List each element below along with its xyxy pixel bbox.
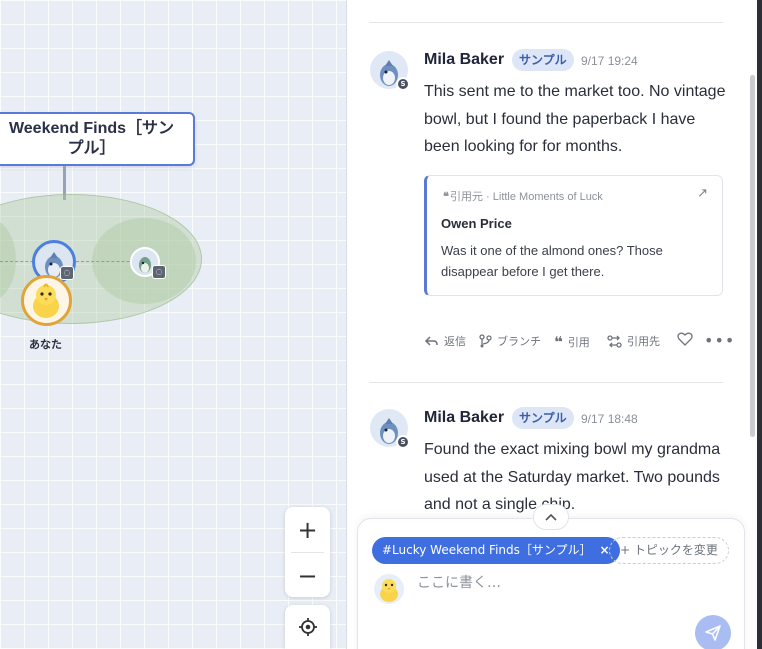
send-button[interactable] [695,615,731,649]
open-quote-arrow-icon[interactable]: ↗ [697,186,708,201]
more-options-icon[interactable]: ••• [704,331,735,350]
quote-mark-icon: ❝ [443,191,450,203]
participant-avatar-dolphin-2[interactable]: ◌ [130,247,166,279]
reply-icon [424,335,438,346]
quote-text: Was it one of the almond ones? Those dis… [441,243,663,279]
zoom-out-button[interactable]: − [285,553,330,598]
chat-badge-icon: ◌ [60,266,74,280]
reply-button[interactable]: 返信 [424,333,466,349]
topic-node[interactable]: Weekend Finds［サンプル］ [0,112,195,166]
message-divider [369,382,723,383]
scrollbar[interactable] [750,75,755,437]
message-author[interactable]: Mila Baker [424,409,504,427]
chick-icon [33,283,59,318]
panel-divider [369,22,723,23]
quote-label: 引用 [567,336,590,349]
message-author[interactable]: Mila Baker [424,51,504,69]
message-actions: 返信 ブランチ ❝ 引用 引用先 ••• [424,331,734,353]
message-avatar[interactable]: S [370,409,410,449]
quote-button[interactable]: ❝ 引用 [554,333,590,351]
topic-map-canvas[interactable]: Weekend Finds［サンプル］ ◌ ◌ あなた + − [0,0,347,649]
message-time: 9/17 18:48 [581,412,638,426]
chat-panel[interactable]: S Mila Baker サンプル 9/17 19:24 This sent m… [347,0,757,649]
branch-button[interactable]: ブランチ [479,333,541,349]
change-topic-button[interactable]: + トピックを変更 [609,537,729,564]
chick-icon [380,579,398,602]
reply-label: 返信 [444,335,466,348]
like-button[interactable] [677,332,693,346]
collapse-composer-button[interactable] [533,504,569,530]
quoted-by-icon [607,334,622,348]
zoom-in-button[interactable]: + [285,507,330,552]
quoted-by-button[interactable]: 引用先 [607,333,660,349]
chat-badge-icon: ◌ [152,265,166,279]
message-time: 9/17 19:24 [581,54,638,68]
quote-source: ❝ 引用元 · Little Moments of Luck [443,188,603,204]
my-avatar-chick[interactable] [21,275,72,326]
topic-node-title: Weekend Finds［サンプル］ [8,120,175,157]
quoted-message-card[interactable]: ❝ 引用元 · Little Moments of Luck ↗ Owen Pr… [424,175,723,296]
heart-icon [677,332,693,346]
quote-source-label: 引用元 · Little Moments of Luck [449,191,603,203]
branch-label: ブランチ [497,335,541,348]
my-avatar-label: あなた [29,338,62,351]
recenter-button[interactable] [285,605,330,649]
send-icon [705,625,721,641]
sample-tag: サンプル [512,407,574,429]
chevron-up-icon [545,513,557,521]
sample-user-badge-icon: S [396,77,410,91]
message-avatar[interactable]: S [370,51,410,91]
selected-topic-chip[interactable]: #Lucky Weekend Finds［サンプル］ × [372,537,620,564]
message-body: This sent me to the market too. No vinta… [424,83,726,155]
branch-icon [479,334,492,348]
crosshair-icon [298,618,317,636]
window-edge [757,0,762,649]
quoted-by-label: 引用先 [627,335,660,348]
topic-chip-label: #Lucky Weekend Finds［サンプル］ [382,543,592,557]
sample-user-badge-icon: S [396,435,410,449]
zoom-controls: + − [285,507,330,597]
message-body: Found the exact mixing bowl my grandma u… [424,441,721,513]
quote-icon: ❝ [554,333,563,351]
quote-author: Owen Price [441,216,512,231]
my-avatar [374,574,404,604]
message-input[interactable] [417,572,677,594]
sample-tag: サンプル [512,49,574,71]
